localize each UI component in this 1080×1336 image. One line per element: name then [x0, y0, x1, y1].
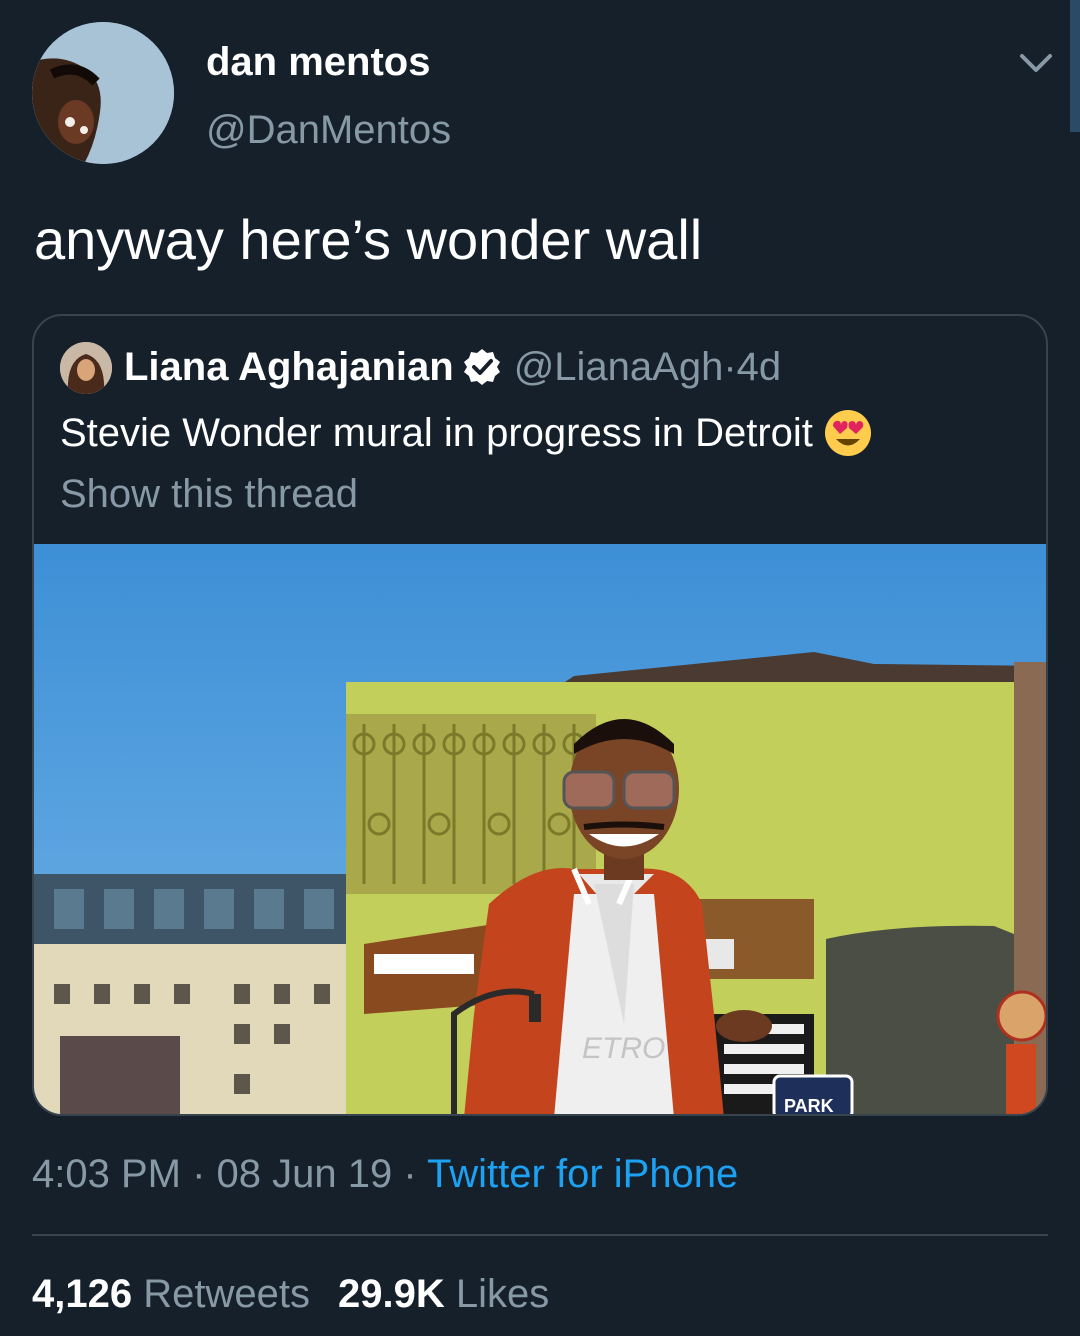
quoted-age: 4d	[736, 344, 782, 389]
tweet-time: 4:03 PM	[32, 1152, 181, 1196]
quoted-author-handle[interactable]: @LianaAgh	[514, 345, 724, 390]
show-thread-link[interactable]: Show this thread	[60, 472, 358, 517]
meta-separator-2: ·	[392, 1152, 428, 1196]
retweets-stat[interactable]: 4,126 Retweets	[32, 1272, 310, 1316]
engagement-stats: 4,126 Retweets 29.9K Likes	[32, 1272, 549, 1317]
quoted-tweet-text: Stevie Wonder mural in progress in Detro…	[60, 408, 873, 458]
divider	[32, 1234, 1048, 1236]
tweet-meta: 4:03 PM · 08 Jun 19 · Twitter for iPhone	[32, 1152, 738, 1197]
verified-badge-icon	[463, 349, 500, 385]
avatar[interactable]	[32, 22, 174, 164]
tweet-source-link[interactable]: Twitter for iPhone	[427, 1152, 738, 1196]
retweets-count: 4,126	[32, 1272, 133, 1316]
likes-stat[interactable]: 29.9K Likes	[338, 1272, 549, 1316]
author-handle[interactable]: @DanMentos	[206, 108, 451, 153]
tweet-date: 08 Jun 19	[216, 1152, 393, 1196]
tweet-text: anyway here’s wonder wall	[34, 208, 703, 271]
quoted-author-avatar[interactable]	[60, 342, 112, 394]
park-sign-text: PARK	[784, 1096, 834, 1116]
chevron-down-icon[interactable]	[1016, 48, 1056, 78]
quoted-tweet[interactable]: Liana Aghajanian @LianaAgh · 4d Stevie W…	[32, 314, 1048, 1116]
scroll-indicator	[1070, 0, 1080, 132]
quoted-header: Liana Aghajanian @LianaAgh · 4d	[124, 342, 781, 392]
quoted-avatar-photo	[60, 342, 112, 394]
mural-photo[interactable]: ETRO PARK	[34, 544, 1048, 1116]
quoted-author-name[interactable]: Liana Aghajanian	[124, 345, 454, 390]
avatar-photo	[32, 22, 174, 164]
quoted-text: Stevie Wonder mural in progress in Detro…	[60, 410, 813, 455]
heart-eyes-emoji-icon	[824, 410, 871, 456]
author-name[interactable]: dan mentos	[206, 40, 430, 85]
jacket-text: ETRO	[582, 1032, 665, 1065]
retweets-label: Retweets	[143, 1272, 310, 1316]
quoted-separator: ·	[723, 344, 737, 389]
meta-separator: ·	[180, 1152, 217, 1196]
likes-count: 29.9K	[337, 1272, 445, 1316]
likes-label: Likes	[455, 1272, 550, 1316]
